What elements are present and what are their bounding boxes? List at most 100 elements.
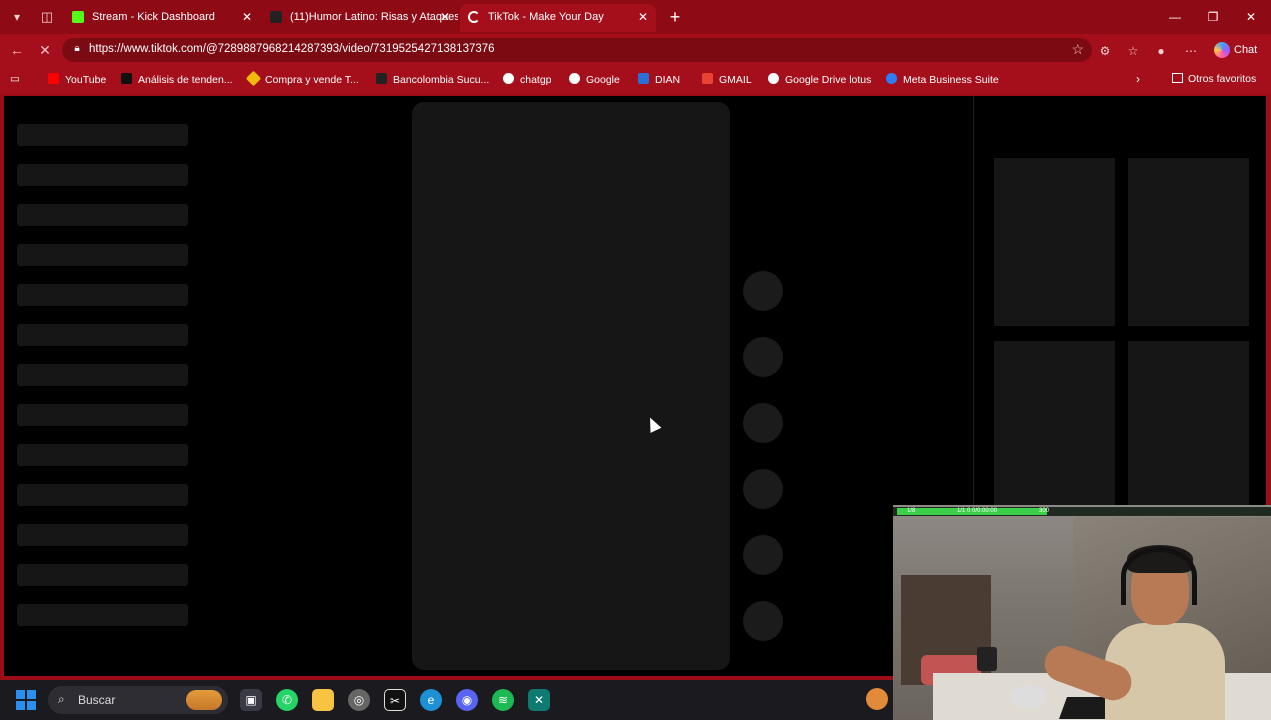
windows-start-icon[interactable] [16, 690, 36, 710]
chatgpt-icon [503, 73, 514, 84]
stat-right: 300 [1039, 508, 1050, 514]
extension-icon[interactable]: ⚙ [1096, 42, 1114, 60]
whatsapp-icon[interactable]: ✆ [276, 689, 298, 711]
tab-actions-icon[interactable]: ▾ [6, 6, 28, 28]
app-x-icon[interactable]: ✕ [528, 689, 550, 711]
taskbar-search[interactable]: ⌕ Buscar [48, 686, 228, 714]
workspaces-icon[interactable]: ◫ [36, 6, 58, 28]
sidebar-skeleton [17, 404, 188, 426]
bookmark-bancolombia[interactable]: Bancolombia Sucu... [376, 73, 489, 86]
tv-icon [121, 73, 132, 84]
related-video-skeleton[interactable] [994, 158, 1115, 326]
bookmark-google[interactable]: Google [569, 73, 620, 86]
edge-icon[interactable]: e [420, 689, 442, 711]
other-favorites[interactable]: Otros favoritos [1172, 73, 1256, 85]
mug [977, 647, 997, 671]
bookmark-label: GMAIL [719, 74, 752, 86]
sidebar-skeleton [17, 244, 188, 266]
stat-mid: 1/1 0 0/0:00:00 [957, 508, 998, 514]
stat-left: 1/8 [907, 508, 916, 514]
restore-button[interactable]: ❐ [1198, 6, 1228, 28]
save-button-skeleton[interactable] [743, 469, 783, 509]
bookmark-label: Análisis de tenden... [138, 74, 233, 86]
address-bar[interactable]: 🔒︎ https://www.tiktok.com/@7289887968214… [62, 38, 1092, 62]
bookmarks-app-icon[interactable]: ▭ [10, 73, 20, 85]
sidebar-skeleton [17, 324, 188, 346]
bookmark-label: chatgp [520, 74, 552, 86]
panel-divider [973, 96, 974, 506]
bookmark-youtube[interactable]: YouTube [48, 73, 106, 86]
comment-button-skeleton[interactable] [743, 403, 783, 443]
spotify-icon[interactable]: ≋ [492, 689, 514, 711]
bookmark-label: Google [586, 74, 620, 86]
sidebar-skeleton [17, 484, 188, 506]
binance-icon [245, 70, 262, 87]
copilot-icon [1214, 42, 1230, 58]
stream-stats-bar: 1/8 1/1 0 0/0:00:00 300 [893, 507, 1271, 516]
folder-icon [1172, 73, 1183, 83]
chrome-icon[interactable]: ◎ [348, 689, 370, 711]
close-window-button[interactable]: ✕ [1236, 6, 1266, 28]
sidebar-skeleton [17, 444, 188, 466]
related-video-skeleton[interactable] [994, 341, 1115, 509]
dian-icon [638, 73, 649, 84]
lock-icon[interactable]: 🔒︎ [70, 42, 84, 56]
sidebar-skeleton [17, 284, 188, 306]
tab-kick-dashboard[interactable]: Stream - Kick Dashboard ✕ [64, 4, 260, 32]
windows-taskbar: ⌕ Buscar ▣ ✆ ◎ ✂ e ◉ ≋ ✕ [0, 680, 893, 720]
bookmark-label: Google Drive lotus [785, 74, 872, 86]
headset-icon [1121, 547, 1197, 605]
like-button-skeleton[interactable] [743, 337, 783, 377]
back-button[interactable]: ← [6, 39, 28, 61]
minimize-button[interactable]: — [1160, 6, 1190, 28]
favorite-star-icon[interactable]: ☆ [1071, 41, 1084, 58]
search-icon: ⌕ [58, 692, 65, 706]
file-explorer-icon[interactable] [312, 689, 334, 711]
address-toolbar: ← ✕ 🔒︎ https://www.tiktok.com/@728988796… [0, 34, 1271, 66]
sidebar-skeleton [17, 364, 188, 386]
bancolombia-icon [376, 73, 387, 84]
tray-app-icon[interactable] [866, 688, 888, 710]
google-icon [768, 73, 779, 84]
tab-humor-latino[interactable]: (11)Humor Latino: Risas y Ataques ✕ [262, 4, 458, 32]
bookmark-gmail[interactable]: GMAIL [702, 73, 752, 86]
profile-avatar-icon[interactable]: ● [1152, 42, 1170, 60]
tab-tiktok-active[interactable]: TikTok - Make Your Day ✕ [460, 4, 656, 32]
chevron-right-icon[interactable]: › [1136, 72, 1140, 86]
new-tab-button[interactable]: + [664, 6, 686, 28]
related-video-skeleton[interactable] [1128, 158, 1249, 326]
bookmark-binance[interactable]: Compra y vende T... [245, 70, 359, 87]
bookmark-label: DIAN [655, 74, 681, 86]
bookmark-dian[interactable]: DIAN [638, 73, 680, 86]
avatar-skeleton[interactable] [743, 271, 783, 311]
bookmark-label: YouTube [65, 74, 107, 86]
share-button-skeleton[interactable] [743, 535, 783, 575]
bookmark-meta-business[interactable]: Meta Business Suite [886, 73, 999, 86]
tab-label: (11)Humor Latino: Risas y Ataques [290, 11, 458, 23]
copilot-chat-button[interactable]: Chat [1212, 40, 1263, 60]
bookmark-label: Bancolombia Sucu... [393, 74, 490, 86]
discord-icon[interactable]: ◉ [456, 689, 478, 711]
close-tab-icon[interactable]: ✕ [242, 4, 252, 30]
capcut-icon[interactable]: ✂ [384, 689, 406, 711]
url-text[interactable]: https://www.tiktok.com/@7289887968214287… [89, 43, 495, 55]
sidebar-skeleton [17, 604, 188, 626]
task-view-icon[interactable]: ▣ [240, 689, 262, 711]
sidebar-skeleton [17, 564, 188, 586]
music-button-skeleton[interactable] [743, 601, 783, 641]
video-player-skeleton[interactable] [412, 102, 730, 670]
other-favorites-label: Otros favoritos [1188, 73, 1257, 85]
close-tab-icon[interactable]: ✕ [440, 4, 450, 30]
bookmark-google-drive[interactable]: Google Drive lotus [768, 73, 871, 86]
bookmark-analisis[interactable]: Análisis de tenden... [121, 73, 233, 86]
chat-label: Chat [1234, 44, 1258, 56]
related-video-skeleton[interactable] [1128, 341, 1249, 509]
favorites-icon[interactable]: ☆ [1124, 42, 1142, 60]
bookmark-chatgp[interactable]: chatgp [503, 73, 552, 86]
stop-loading-button[interactable]: ✕ [34, 39, 56, 61]
youtube-icon [48, 73, 59, 84]
bookmarks-bar: ▭ YouTube Análisis de tenden... Compra y… [0, 66, 1271, 94]
close-tab-icon[interactable]: ✕ [638, 4, 648, 30]
more-menu-icon[interactable]: ⋯ [1182, 42, 1200, 60]
loading-icon [468, 11, 480, 24]
